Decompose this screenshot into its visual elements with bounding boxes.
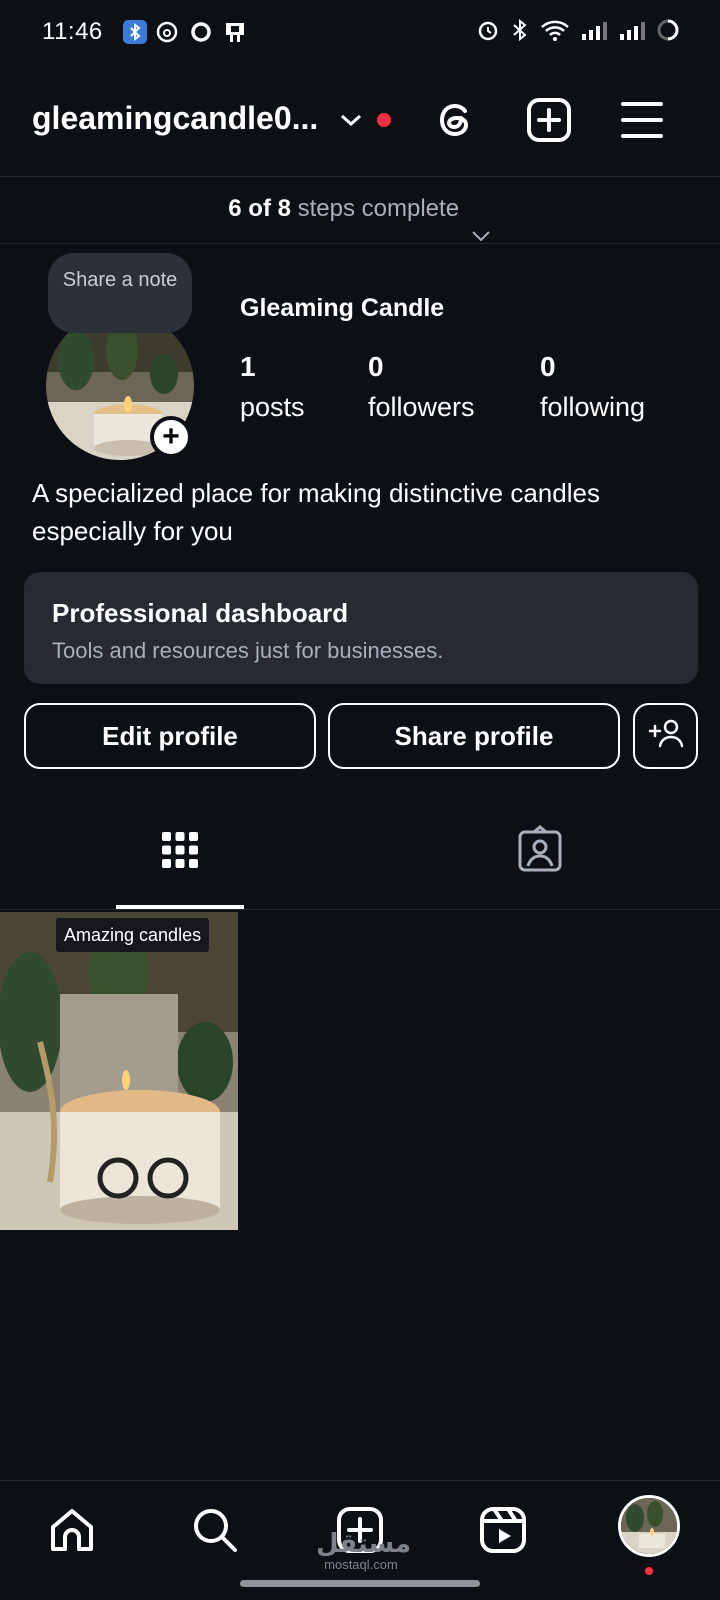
divider [0, 909, 720, 910]
stat-label: followers [368, 392, 475, 422]
stat-followers[interactable]: 0 followers [368, 350, 475, 426]
steps-label: steps complete [297, 195, 460, 222]
profile-avatar[interactable] [618, 1495, 680, 1557]
bluetooth-badge-icon [123, 20, 147, 44]
notification-dot [377, 113, 391, 127]
home-icon[interactable] [47, 1505, 97, 1555]
stat-value: 0 [368, 351, 384, 382]
post-overlay-label: Amazing candles [56, 918, 210, 952]
share-profile-button[interactable]: Share profile [328, 703, 620, 769]
menu-icon[interactable] [618, 96, 666, 144]
post-thumbnail[interactable] [0, 912, 238, 1230]
profile-header: gleamingcandle0... [0, 80, 720, 160]
add-story-button[interactable]: + [150, 416, 192, 458]
threads-icon[interactable] [432, 96, 480, 144]
add-person-icon [648, 717, 684, 756]
stat-value: 0 [540, 351, 556, 382]
reels-icon[interactable] [478, 1505, 528, 1555]
edit-profile-button[interactable]: Edit profile [24, 703, 316, 769]
stat-posts[interactable]: 1 posts [240, 350, 305, 426]
stat-following[interactable]: 0 following [540, 350, 645, 426]
bluetooth-icon [510, 18, 530, 47]
stat-value: 1 [240, 351, 256, 382]
dashboard-subtitle: Tools and resources just for businesses. [52, 638, 444, 663]
dashboard-title: Professional dashboard [52, 598, 349, 628]
create-plus-icon[interactable] [525, 96, 573, 144]
wifi-icon [540, 18, 570, 47]
username[interactable]: gleamingcandle0... [32, 100, 318, 137]
discover-people-button[interactable] [633, 703, 698, 769]
clipboard-icon [223, 20, 247, 44]
stat-label: posts [240, 392, 305, 422]
bio: A specialized place for making distincti… [32, 478, 600, 546]
threads-icon [155, 20, 179, 44]
stat-label: following [540, 392, 646, 422]
chevron-down-icon[interactable] [338, 110, 364, 130]
steps-count: 6 of 8 [228, 195, 291, 222]
plus-icon: + [162, 420, 180, 453]
status-bar: 11:46 [0, 0, 720, 66]
status-right-icons [476, 18, 680, 46]
professional-dashboard[interactable]: Professional dashboard Tools and resourc… [24, 572, 698, 684]
grid-icon[interactable] [150, 820, 210, 880]
watermark-latin: mostaql.com [324, 1557, 398, 1572]
tagged-icon[interactable] [510, 820, 570, 880]
battery-ring-icon [656, 18, 680, 47]
signal-icon [618, 18, 646, 47]
alarm-icon [476, 18, 500, 47]
watermark: مستقل mostaql.com [316, 1528, 412, 1573]
home-indicator[interactable] [240, 1580, 480, 1587]
display-name: Gleaming Candle [240, 294, 445, 322]
divider [0, 243, 720, 244]
status-time: 11:46 [42, 18, 103, 45]
search-icon[interactable] [190, 1505, 240, 1555]
notification-dot [645, 1567, 653, 1575]
share-note-bubble[interactable]: Share a note [48, 253, 192, 333]
steps-complete[interactable]: 6 of 8 steps complete [0, 176, 720, 242]
chevron-down-icon [470, 203, 492, 242]
watermark-arabic: مستقل [316, 1528, 412, 1558]
circle-icon [189, 20, 213, 44]
signal-icon [580, 18, 608, 47]
